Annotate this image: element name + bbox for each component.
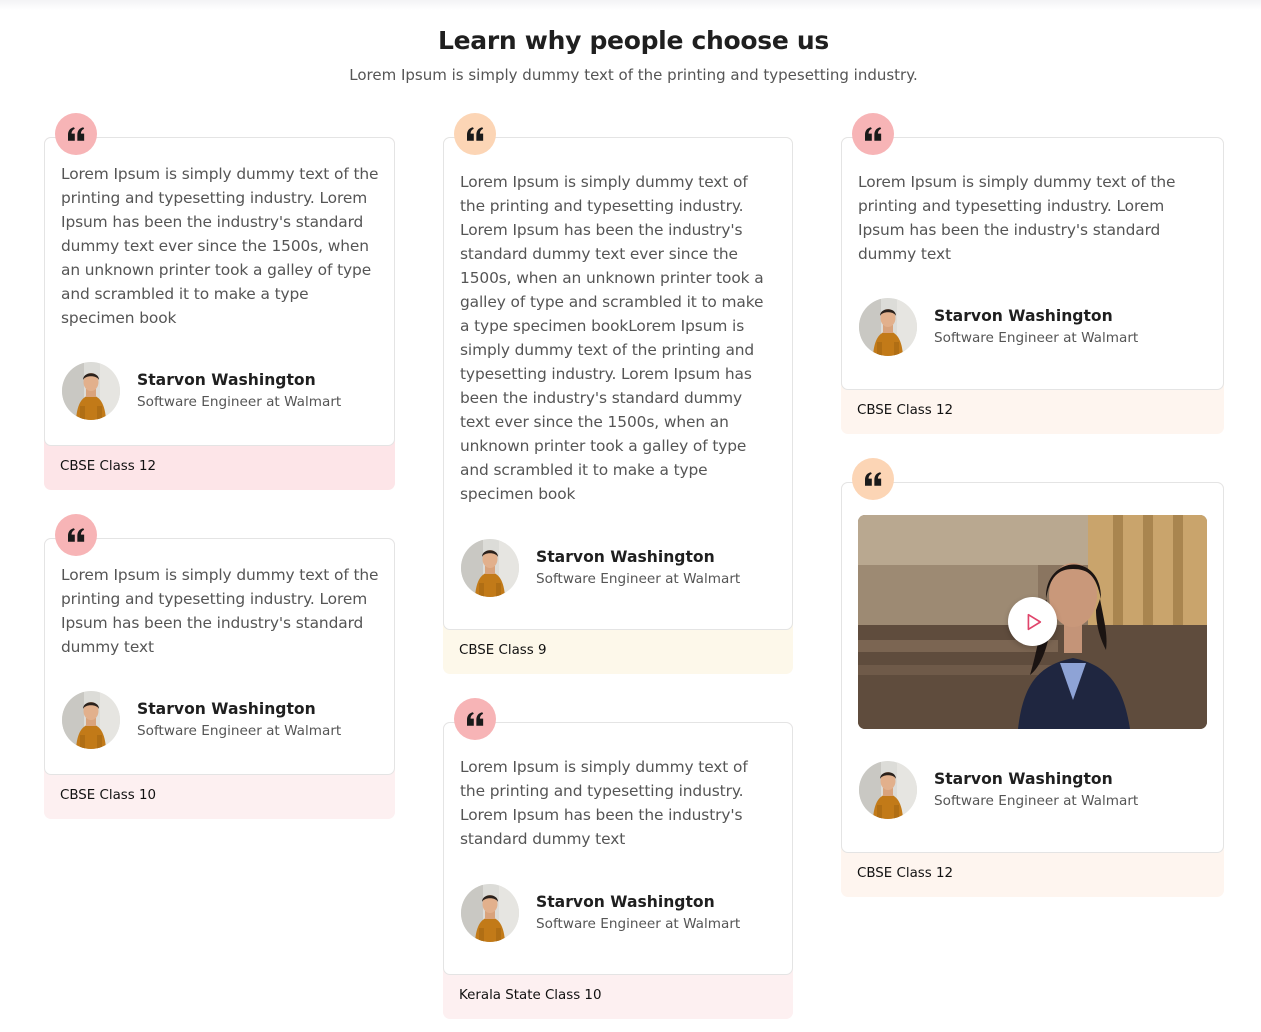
testimonial-card: Lorem Ipsum is simply dummy text of the …	[443, 722, 793, 1019]
testimonial-card: Lorem Ipsum is simply dummy text of the …	[44, 137, 395, 490]
testimonial-text: Lorem Ipsum is simply dummy text of the …	[460, 758, 748, 848]
page-title: Learn why people choose us	[437, 26, 830, 55]
quote-icon	[55, 514, 97, 556]
testimonial-card: Lorem Ipsum is simply dummy text of the …	[443, 137, 793, 674]
testimonial-card: Lorem Ipsum is simply dummy text of the …	[44, 538, 395, 819]
testimonial-text: Lorem Ipsum is simply dummy text of the …	[460, 173, 764, 503]
quote-icon	[454, 698, 496, 740]
avatar	[461, 539, 519, 597]
video-testimonial-card: Starvon Washington Software Engineer at …	[841, 482, 1224, 897]
author: Starvon Washington Software Engineer at …	[62, 362, 341, 420]
avatar	[859, 298, 917, 356]
author-role: Software Engineer at Walmart	[137, 394, 342, 410]
author: Starvon Washington Software Engineer at …	[859, 298, 1138, 356]
play-icon	[1027, 613, 1041, 630]
testimonial-text: Lorem Ipsum is simply dummy text of the …	[858, 173, 1176, 263]
class-tag: CBSE Class 12	[857, 403, 954, 418]
avatar	[62, 362, 120, 420]
author: Starvon Washington Software Engineer at …	[859, 761, 1138, 819]
video-thumbnail[interactable]	[858, 515, 1207, 729]
author-role: Software Engineer at Walmart	[137, 723, 342, 739]
page-subtitle: Lorem Ipsum is simply dummy text of the …	[349, 66, 918, 84]
author-name: Starvon Washington	[137, 700, 316, 718]
quote-icon	[55, 113, 97, 155]
play-button[interactable]	[1008, 597, 1057, 646]
quote-icon	[454, 113, 496, 155]
top-bar	[0, 0, 1261, 10]
class-tag: Kerala State Class 10	[459, 988, 602, 1003]
testimonial-text: Lorem Ipsum is simply dummy text of the …	[61, 165, 379, 327]
testimonial-text: Lorem Ipsum is simply dummy text of the …	[61, 566, 379, 656]
avatar	[859, 761, 917, 819]
author: Starvon Washington Software Engineer at …	[461, 884, 740, 942]
author-role: Software Engineer at Walmart	[934, 330, 1139, 346]
class-tag: CBSE Class 10	[60, 788, 157, 803]
author: Starvon Washington Software Engineer at …	[461, 539, 740, 597]
author-name: Starvon Washington	[536, 548, 715, 566]
class-tag: CBSE Class 12	[857, 866, 954, 881]
author: Starvon Washington Software Engineer at …	[62, 691, 341, 749]
class-tag: CBSE Class 9	[459, 643, 547, 658]
class-tag: CBSE Class 12	[60, 459, 157, 474]
quote-icon	[852, 113, 894, 155]
quote-icon	[852, 458, 894, 500]
author-name: Starvon Washington	[934, 307, 1113, 325]
avatar	[62, 691, 120, 749]
author-role: Software Engineer at Walmart	[536, 916, 741, 932]
author-role: Software Engineer at Walmart	[536, 571, 741, 587]
testimonial-card: Lorem Ipsum is simply dummy text of the …	[841, 137, 1224, 434]
author-name: Starvon Washington	[934, 770, 1113, 788]
author-role: Software Engineer at Walmart	[934, 793, 1139, 809]
author-name: Starvon Washington	[137, 371, 316, 389]
author-name: Starvon Washington	[536, 893, 715, 911]
avatar	[461, 884, 519, 942]
